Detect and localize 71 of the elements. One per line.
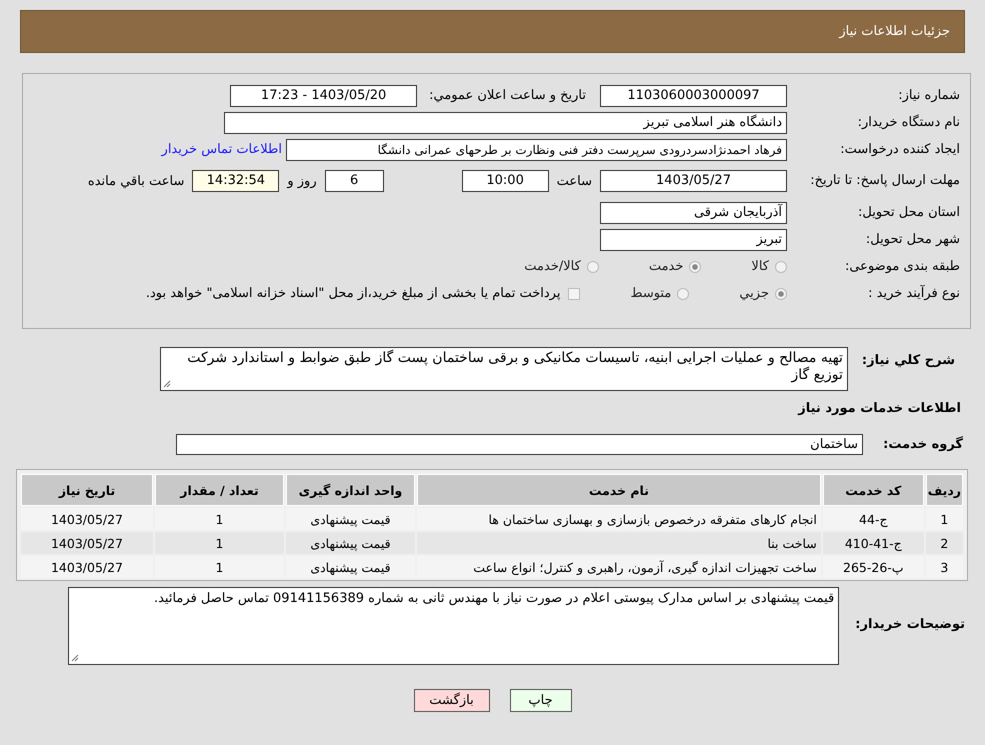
deadline-date-field: 1403/05/27 [600,170,787,192]
column-header: ردیف [926,474,963,506]
table-cell: 1 [926,508,963,530]
payment-note: پرداخت تمام یا بخشی از مبلغ خرید،از محل "اسناد خزانه اسلامی" خواهد بود. [146,286,560,301]
time-label: ساعت [556,174,592,188]
radio-option[interactable]: جزيي [739,286,787,301]
print-button[interactable]: چاپ [510,689,572,712]
buyer-notes-text: قیمت پیشنهادی بر اساس مدارک پیوستی اعلام در صورت نیاز با مهندس ثانی به شماره 09141156389 تماس حاصل فرمائید. [154,591,834,606]
radio-option[interactable]: کالا/خدمت [524,259,599,274]
table-cell: انجام کارهای متفرقه درخصوص بازسازی و بهسازی ساختمان ها [417,508,821,530]
field-label: شهر محل تحویل: [864,232,961,248]
remaining-time-field: 14:32:54 [192,170,280,192]
province-field: آذربایجان شرقی [600,202,787,224]
field-label: شرح كلي نياز: [862,352,955,368]
field-label: مهلت ارسال پاسخ: تا تاریخ: [809,173,961,189]
field-label: استان محل تحویل: [857,204,961,220]
buyer-org-field: دانشگاه هنر اسلامی تبریز [224,112,787,134]
column-header: نام خدمت [417,474,821,506]
table-cell: پ-26-265 [822,556,924,578]
column-header: کد خدمت [822,474,924,506]
checkbox[interactable] [568,288,580,300]
radio-icon[interactable] [775,288,787,300]
table-cell: قیمت پیشنهادی [286,532,415,554]
field-label: ایجاد کننده درخواست: [839,142,961,158]
field-label: توضیحات خریدار: [855,616,965,632]
column-header: تعداد / مقدار [155,474,284,506]
table-cell: قیمت پیشنهادی [286,556,415,578]
table-cell: 1 [155,532,284,554]
radio-icon[interactable] [775,260,787,272]
table-cell: 2 [926,532,963,554]
table-cell: 1 [155,508,284,530]
remaining-label: ساعت باقي مانده [88,174,184,188]
field-label: نوع فرآیند خرید : [867,286,961,302]
radio-option[interactable]: متوسط [630,286,690,301]
description-text: تهیه مصالح و عملیات اجرایی ابنیه، تاسیسات مکانیکی و برقی ساختمان پست گاز طبق ضوابط و استاندارد شرکت توزیع گاز [187,350,843,383]
radio-option[interactable]: کالا [751,259,787,274]
deadline-time-field: 10:00 [462,170,549,192]
table-cell: قیمت پیشنهادی [286,508,415,530]
field-label: شماره نیاز: [897,88,961,104]
city-field: تبریز [600,228,787,250]
table-cell: 1 [155,556,284,578]
table-cell: 3 [926,556,963,578]
table-cell: ساخت بنا [417,532,821,554]
table-cell: 1403/05/27 [21,556,153,578]
field-label: نام دستگاه خریدار: [856,114,961,130]
service-group-field: ساختمان [176,434,863,455]
field-label: طبقه بندی موضوعی: [844,258,961,274]
field-label: گروه خدمت: [882,437,963,452]
field-label: تاریخ و ساعت اعلان عمومي: [429,88,586,103]
days-label: روز و [287,174,317,188]
days-field: 6 [324,170,384,192]
radio-icon[interactable] [586,260,599,272]
back-button[interactable]: بازگشت [414,689,490,712]
table-cell: ج-41-410 [822,532,924,554]
table-cell: ساخت تجهیزات اندازه گیری، آزمون، راهبری و کنترل؛ انواع ساعت [417,556,821,578]
radio-option[interactable]: خدمت [648,259,702,274]
table-cell: 1403/05/27 [21,508,153,530]
section-heading: اطلاعات خدمات مورد نیاز [796,401,961,416]
column-header: واحد اندازه گیری [286,474,415,506]
resize-grip-icon[interactable] [162,380,171,388]
resize-grip-icon[interactable] [71,654,80,662]
page-title: جزئیات اطلاعات نیاز [839,24,950,39]
announce-date-field: 1403/05/20 - 17:23 [230,84,418,106]
need-number-field: 1103060003000097 [600,84,787,106]
radio-icon[interactable] [689,260,702,272]
column-header: تاریخ نیاز [21,474,153,506]
table-cell: 1403/05/27 [21,532,153,554]
table-cell: ج-44 [822,508,924,530]
radio-icon[interactable] [677,288,690,300]
buyer-contact-link[interactable]: اطلاعات تماس خریدار [162,142,282,157]
requester-field: فرهاد احمدنژادسردرودی سرپرست دفتر فنی ونظارت بر طرحهای عمرانی دانشگا [286,138,787,160]
